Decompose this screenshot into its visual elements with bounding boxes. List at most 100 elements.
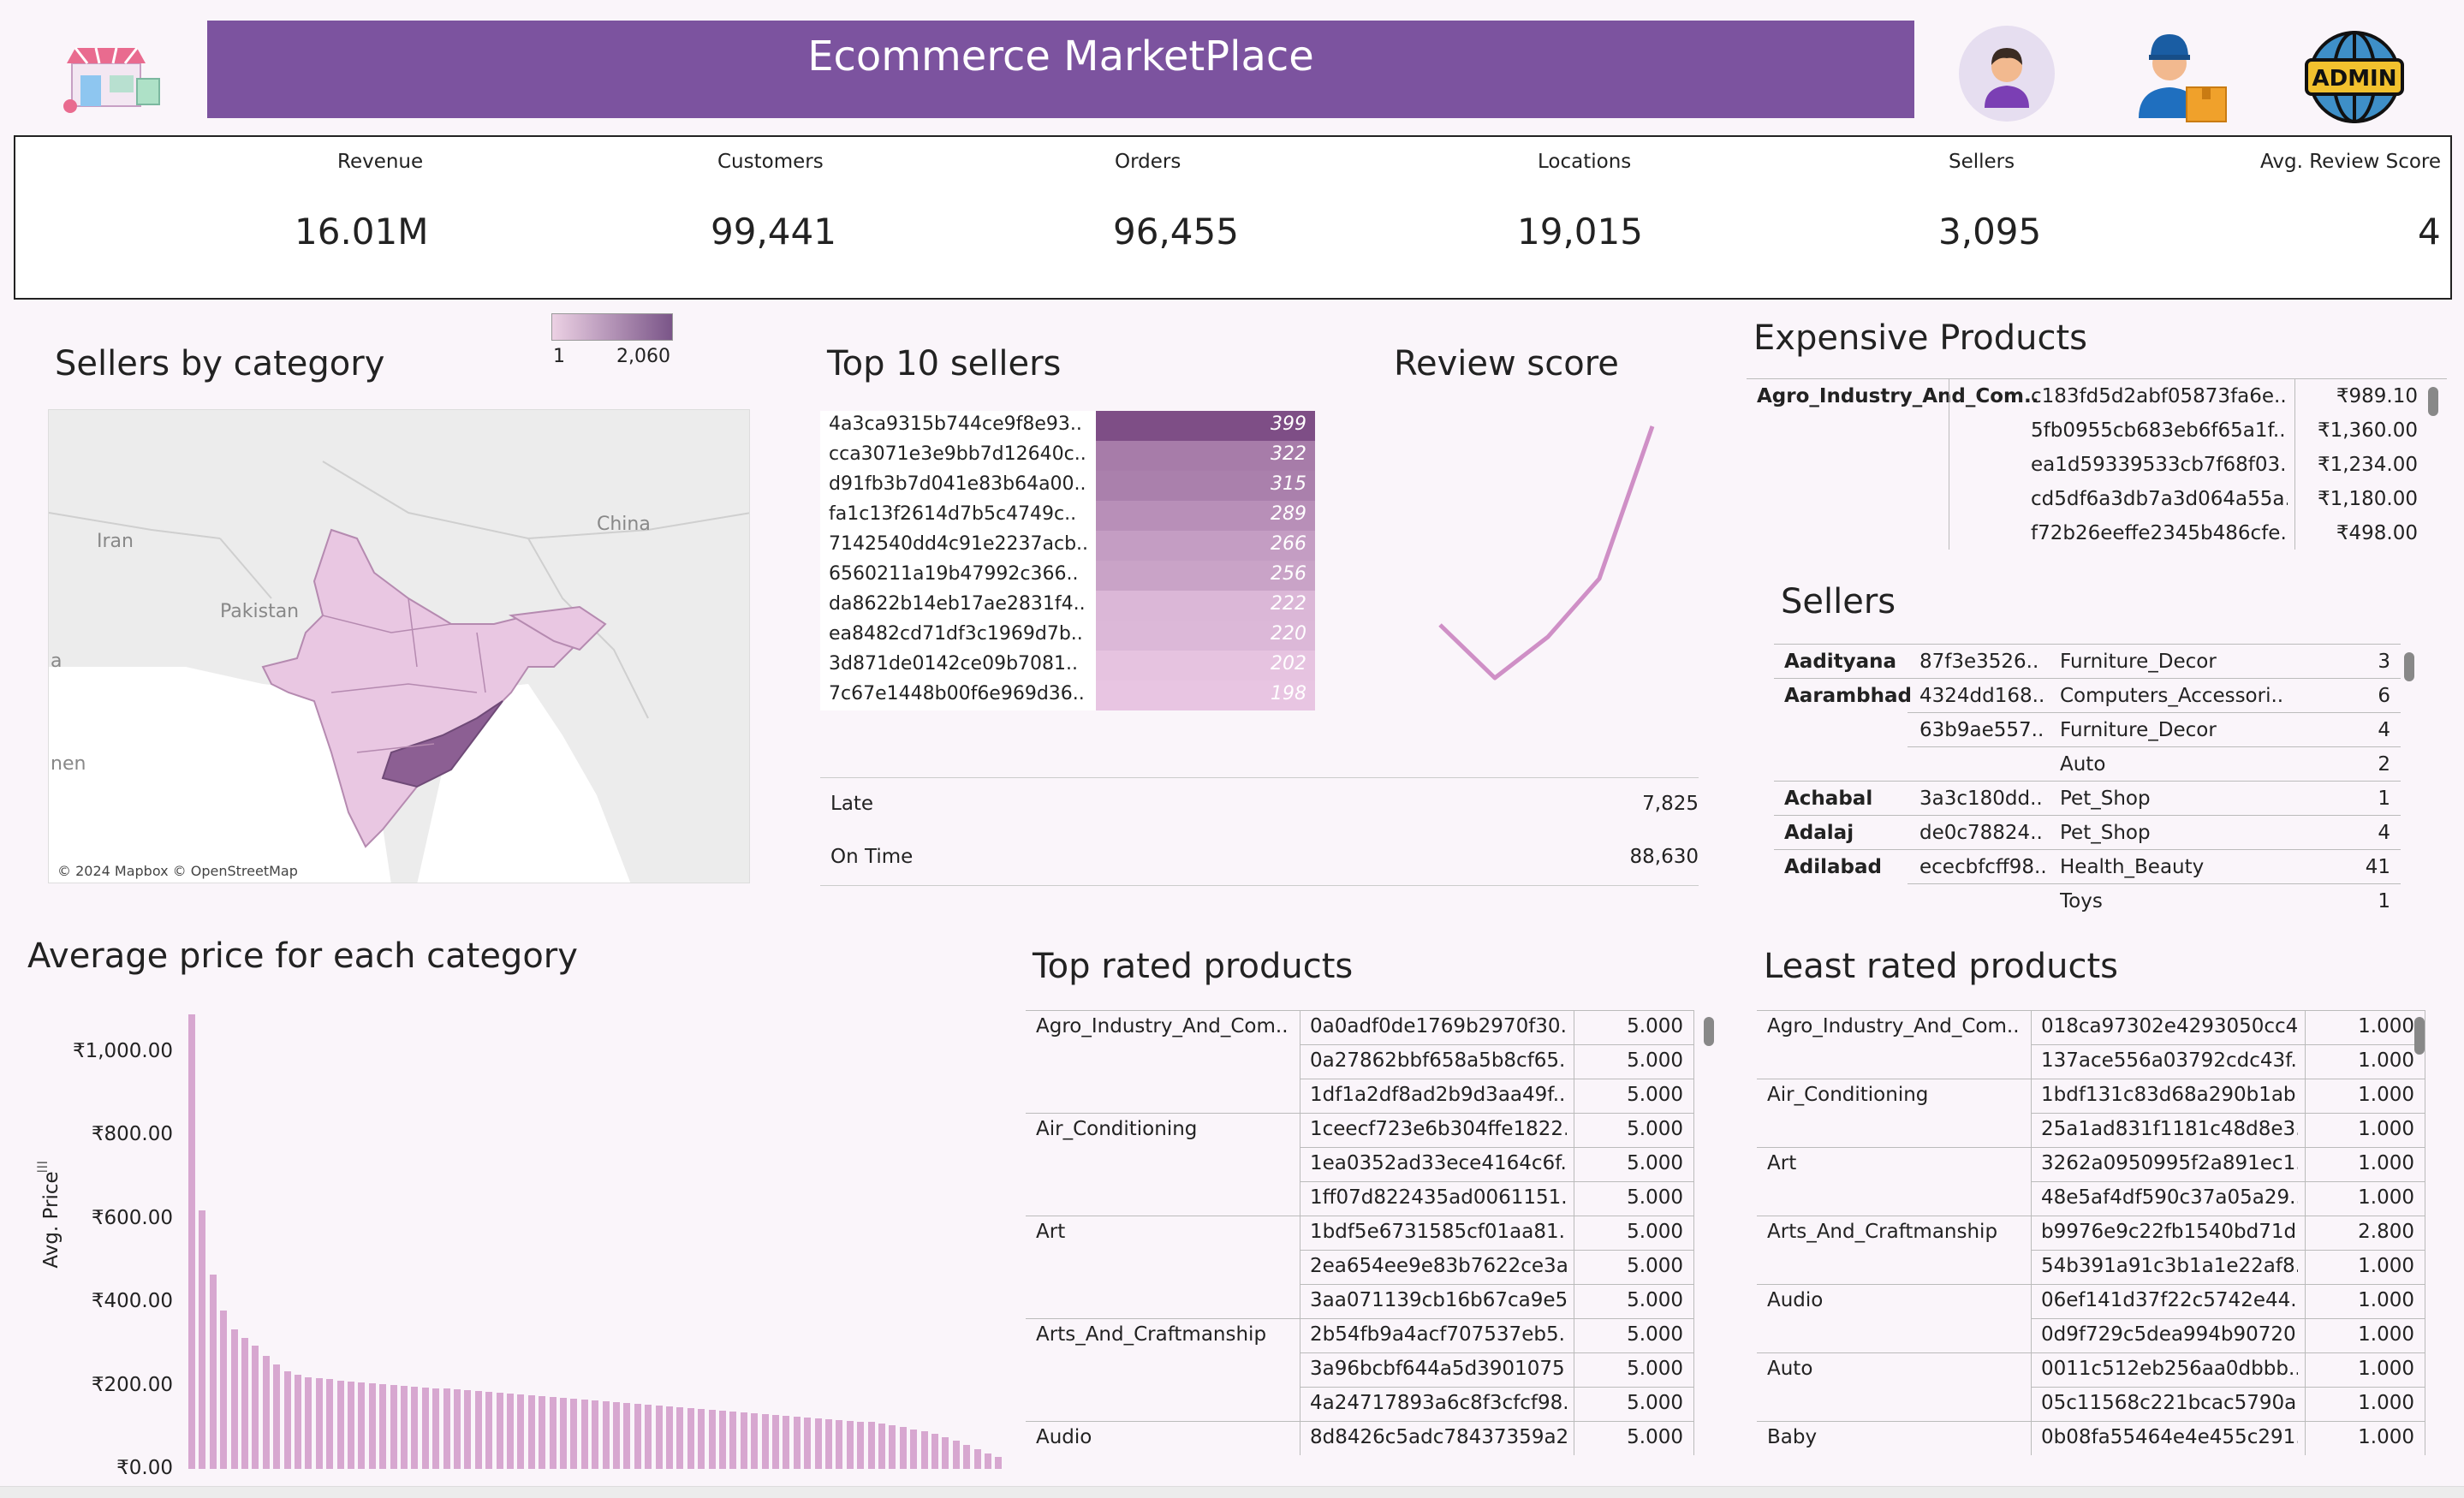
- avg-price-bar[interactable]: [740, 1412, 747, 1469]
- avg-price-bar[interactable]: [443, 1388, 450, 1469]
- least-rated-scrollbar[interactable]: [2414, 1017, 2425, 1055]
- avg-price-bar[interactable]: [241, 1337, 248, 1469]
- customer-icon[interactable]: [1959, 26, 2055, 122]
- avg-price-bar[interactable]: [634, 1404, 641, 1469]
- avg-price-bar[interactable]: [814, 1418, 822, 1469]
- map-attribution[interactable]: © 2024 Mapbox © OpenStreetMap: [57, 863, 298, 879]
- delivery-person-icon[interactable]: [2127, 24, 2233, 123]
- avg-price-bar[interactable]: [560, 1398, 567, 1469]
- avg-price-bar[interactable]: [283, 1370, 291, 1469]
- top-seller-row[interactable]: d91fb3b7d041e83b64a00.. 315: [820, 471, 1315, 501]
- avg-price-bar[interactable]: [592, 1400, 599, 1469]
- avg-price-bar[interactable]: [411, 1386, 419, 1469]
- avg-price-bar[interactable]: [390, 1384, 397, 1469]
- top-rated-table[interactable]: Agro_Industry_And_Com.. 0a0adf0de1769b297…: [1026, 1010, 1714, 1455]
- avg-price-bar[interactable]: [783, 1415, 790, 1469]
- avg-price-bar[interactable]: [846, 1420, 854, 1469]
- avg-price-bar[interactable]: [305, 1376, 312, 1469]
- avg-price-bar[interactable]: [209, 1275, 217, 1469]
- avg-price-bar[interactable]: [772, 1414, 779, 1469]
- avg-price-bar[interactable]: [889, 1425, 896, 1469]
- avg-price-bar[interactable]: [220, 1310, 228, 1469]
- avg-price-bar[interactable]: [199, 1210, 206, 1469]
- avg-price-bar[interactable]: [666, 1406, 673, 1469]
- avg-price-bar[interactable]: [527, 1395, 535, 1469]
- top-seller-row[interactable]: da8622b14eb17ae2831f4.. 222: [820, 591, 1315, 621]
- avg-price-bar[interactable]: [857, 1421, 865, 1469]
- avg-price-bar[interactable]: [379, 1383, 387, 1469]
- avg-price-bar[interactable]: [539, 1396, 546, 1469]
- avg-price-bar[interactable]: [485, 1392, 493, 1469]
- sort-icon[interactable]: ☰: [36, 1159, 48, 1175]
- expensive-scrollbar[interactable]: [2428, 387, 2438, 416]
- avg-price-bar[interactable]: [952, 1440, 960, 1469]
- top-seller-row[interactable]: 6560211a19b47992c366.. 256: [820, 561, 1315, 591]
- avg-price-bar[interactable]: [602, 1401, 610, 1469]
- avg-price-bar[interactable]: [348, 1381, 354, 1469]
- avg-price-bar[interactable]: [230, 1329, 238, 1469]
- avg-price-bar[interactable]: [995, 1457, 1003, 1469]
- avg-price-bar[interactable]: [899, 1427, 907, 1469]
- sheet-tab-strip[interactable]: [0, 1486, 2464, 1498]
- avg-price-bar[interactable]: [729, 1411, 737, 1469]
- avg-price-bar[interactable]: [963, 1444, 971, 1469]
- avg-price-bar[interactable]: [368, 1382, 376, 1469]
- avg-price-bar-chart[interactable]: [185, 1010, 1007, 1469]
- avg-price-bar[interactable]: [421, 1387, 429, 1469]
- avg-price-bar[interactable]: [910, 1429, 918, 1469]
- avg-price-bar[interactable]: [464, 1390, 472, 1469]
- avg-price-bar[interactable]: [273, 1364, 281, 1469]
- avg-price-bar[interactable]: [580, 1400, 588, 1469]
- avg-price-bar[interactable]: [454, 1389, 461, 1469]
- avg-price-bar[interactable]: [623, 1403, 631, 1469]
- avg-price-bar[interactable]: [708, 1409, 716, 1469]
- avg-price-bar[interactable]: [878, 1424, 885, 1469]
- expensive-products-table[interactable]: Agro_Industry_And_Com.. c183fd5d2abf0587…: [1747, 378, 2447, 550]
- avg-price-bar[interactable]: [262, 1356, 270, 1469]
- avg-price-bar[interactable]: [751, 1412, 759, 1469]
- sellers-scrollbar[interactable]: [2404, 652, 2414, 681]
- avg-price-bar[interactable]: [570, 1399, 578, 1469]
- avg-price-bar[interactable]: [474, 1391, 482, 1469]
- avg-price-bar[interactable]: [326, 1379, 334, 1469]
- avg-price-bar[interactable]: [613, 1402, 620, 1469]
- avg-price-bar[interactable]: [719, 1410, 726, 1469]
- avg-price-bar[interactable]: [867, 1422, 875, 1469]
- avg-price-bar[interactable]: [517, 1394, 525, 1469]
- avg-price-bar[interactable]: [655, 1405, 663, 1469]
- top-seller-row[interactable]: 4a3ca9315b744ce9f8e93.. 399: [820, 411, 1315, 441]
- avg-price-bar[interactable]: [973, 1448, 981, 1469]
- top-seller-row[interactable]: fa1c13f2614d7b5c4749c.. 289: [820, 501, 1315, 531]
- avg-price-bar[interactable]: [315, 1377, 323, 1469]
- sellers-map[interactable]: China Iran Pakistan a nen © 2024 Mapbox …: [48, 409, 750, 883]
- least-rated-table[interactable]: Agro_Industry_And_Com.. 018ca97302e429305…: [1757, 1010, 2433, 1455]
- top-seller-row[interactable]: 7142540dd4c91e2237acb.. 266: [820, 531, 1315, 561]
- avg-price-bar[interactable]: [676, 1406, 684, 1469]
- avg-price-bar[interactable]: [295, 1375, 301, 1469]
- avg-price-bar[interactable]: [793, 1416, 801, 1469]
- review-score-line-chart[interactable]: [1421, 411, 1669, 693]
- avg-price-bar[interactable]: [931, 1434, 938, 1469]
- avg-price-bar[interactable]: [804, 1417, 812, 1469]
- admin-globe-icon[interactable]: ADMIN: [2303, 29, 2406, 125]
- avg-price-bar[interactable]: [687, 1407, 694, 1469]
- avg-price-bar[interactable]: [401, 1385, 408, 1469]
- avg-price-bar[interactable]: [761, 1413, 769, 1469]
- top-seller-row[interactable]: ea8482cd71df3c1969d7b.. 220: [820, 621, 1315, 651]
- avg-price-bar[interactable]: [549, 1397, 556, 1469]
- avg-price-bar[interactable]: [942, 1437, 949, 1469]
- avg-price-bar[interactable]: [358, 1382, 366, 1469]
- avg-price-bar[interactable]: [985, 1453, 991, 1469]
- avg-price-bar[interactable]: [336, 1380, 344, 1469]
- top-seller-row[interactable]: 7c67e1448b00f6e969d36.. 198: [820, 681, 1315, 710]
- avg-price-bar[interactable]: [645, 1405, 652, 1469]
- top-seller-row[interactable]: cca3071e3e9bb7d12640c.. 322: [820, 441, 1315, 471]
- top-seller-row[interactable]: 3d871de0142ce09b7081.. 202: [820, 651, 1315, 681]
- avg-price-bar[interactable]: [188, 1014, 195, 1469]
- avg-price-bar[interactable]: [920, 1431, 928, 1469]
- avg-price-bar[interactable]: [836, 1419, 843, 1469]
- avg-price-bar[interactable]: [252, 1346, 259, 1469]
- avg-price-bar[interactable]: [698, 1408, 705, 1469]
- avg-price-bar[interactable]: [825, 1418, 832, 1469]
- avg-price-bar[interactable]: [507, 1394, 514, 1469]
